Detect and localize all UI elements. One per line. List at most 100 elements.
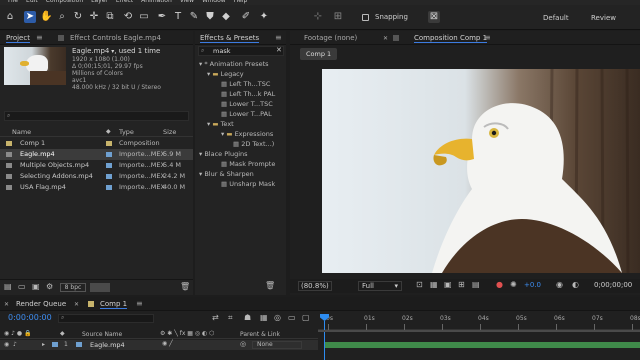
transparency-grid-icon[interactable]: ▦	[430, 280, 438, 289]
project-item-row[interactable]: Comp 1 Composition	[0, 138, 193, 149]
effects-tree-item[interactable]: ▾ ▬ Expressions	[221, 129, 273, 139]
layer-row[interactable]: ◉ ♪ ▸ 1 Eagle.mp4 ◉ ╱ ◎ None	[0, 340, 318, 350]
trash-icon[interactable]: 🗑	[265, 281, 275, 290]
distribute-icon[interactable]: ⊞	[332, 11, 344, 23]
visibility-icon[interactable]: ◉	[4, 341, 9, 348]
menu-item[interactable]: Effect	[116, 0, 133, 4]
graph-editor-icon[interactable]: ▭	[288, 313, 296, 322]
pen-icon[interactable]: ✒	[156, 11, 168, 23]
rectangle-icon[interactable]: ▭	[138, 11, 150, 23]
layer-label-swatch[interactable]	[52, 342, 58, 347]
clear-search-icon[interactable]: ✕	[276, 46, 282, 54]
snapshot-camera-icon[interactable]: ◉	[556, 280, 563, 289]
menu-item[interactable]: Composition	[46, 0, 83, 4]
label-swatch[interactable]	[106, 141, 112, 146]
menu-item[interactable]: Window	[202, 0, 226, 4]
layer-name[interactable]: Eagle.mp4	[90, 341, 125, 349]
tab-project[interactable]: Project	[6, 34, 30, 43]
zoom-icon[interactable]: ⌕	[56, 11, 68, 23]
column-source-name[interactable]: Source Name	[82, 331, 122, 338]
panel-menu-icon[interactable]: ≡	[136, 299, 143, 308]
menu-item[interactable]: Animation	[141, 0, 172, 4]
channels-icon[interactable]: ▤	[472, 280, 480, 289]
layer-duration-bar[interactable]	[325, 342, 640, 348]
exposure-value[interactable]: +0.0	[524, 281, 541, 289]
effects-search-input[interactable]: ⌕ mask ✕	[198, 46, 284, 56]
clone-stamp-icon[interactable]: ⛊	[204, 11, 216, 23]
lock-icon[interactable]	[58, 35, 64, 41]
tab-composition[interactable]: Composition Comp 1	[414, 34, 488, 43]
layer-switch-icon[interactable]: ◉ ╱	[162, 340, 173, 347]
menu-item[interactable]: File	[8, 0, 18, 4]
eraser-icon[interactable]: ◆	[220, 11, 232, 23]
effects-tree-item[interactable]: ▦ Mask Prompte	[221, 159, 275, 169]
label-column-icon[interactable]: ◆	[106, 128, 111, 135]
motion-blur-icon[interactable]: ◎	[274, 313, 281, 322]
new-folder-icon[interactable]: ▭	[18, 282, 26, 291]
snap-options-icon[interactable]: ⊠	[428, 11, 440, 23]
menu-item[interactable]: Help	[234, 0, 248, 4]
audio-icon[interactable]: ♪	[13, 341, 17, 348]
tab-render-queue[interactable]: Render Queue	[16, 300, 66, 308]
snapping-checkbox[interactable]	[362, 14, 369, 21]
frame-blending-icon[interactable]: ▦	[260, 313, 268, 322]
mask-icon[interactable]: ▢	[302, 313, 310, 322]
project-item-row[interactable]: Selecting Addons.mp4 Importe...MEX 24.2 M	[0, 171, 193, 182]
effects-tree-item[interactable]: ▦ Lower T...TSC	[221, 99, 273, 109]
project-item-row[interactable]: USA Flag.mp4 Importe...MEX 40.0 M	[0, 182, 193, 193]
effects-tree-item[interactable]: ▾ Blur & Sharpen	[199, 169, 254, 179]
lock-icon[interactable]	[393, 35, 399, 41]
region-of-interest-icon[interactable]: ⊡	[416, 280, 423, 289]
effects-tree-item[interactable]: ▦ Left Th...k PAL	[221, 89, 275, 99]
menu-item[interactable]: View	[180, 0, 194, 4]
color-swatch[interactable]	[90, 283, 110, 292]
work-area-bar[interactable]	[318, 330, 640, 332]
viewer-timecode[interactable]: 0;00;00;00	[594, 281, 632, 289]
effects-tree-item[interactable]: ▾ ▬ Text	[207, 119, 234, 129]
camera-icon[interactable]: ⧉	[104, 11, 116, 23]
close-icon[interactable]: ✕	[4, 301, 9, 308]
effects-tree-item[interactable]: ▦ Left Th...TSC	[221, 79, 270, 89]
home-icon[interactable]: ⌂	[4, 11, 16, 23]
timeline-search-input[interactable]: ⌕	[58, 314, 154, 323]
expand-arrow-icon[interactable]: ▸	[42, 341, 45, 348]
effects-tree-item[interactable]: ▾ Blace Plugins	[199, 149, 248, 159]
hand-icon[interactable]: ✋	[40, 11, 52, 23]
shy-layers-icon[interactable]: ☗	[244, 313, 251, 322]
column-name[interactable]: Name	[12, 128, 31, 136]
column-type[interactable]: Type	[119, 128, 134, 136]
bpc-button[interactable]: 8 bpc	[60, 283, 86, 292]
select-icon[interactable]: ➤	[24, 11, 36, 23]
zoom-dropdown[interactable]: (80.8%)	[298, 281, 332, 291]
tab-footage[interactable]: Footage (none)	[304, 34, 357, 42]
workspace-default[interactable]: Default	[543, 14, 569, 22]
close-icon[interactable]: ✕	[383, 35, 388, 42]
parent-dropdown[interactable]: None	[252, 341, 302, 349]
color-channel-icon[interactable]: ●	[496, 280, 503, 289]
label-swatch[interactable]	[106, 152, 112, 157]
workspace-review[interactable]: Review	[591, 14, 616, 22]
interpret-footage-icon[interactable]: ▤	[4, 282, 12, 291]
comp-canvas[interactable]	[322, 69, 640, 273]
tab-effects-presets[interactable]: Effects & Presets	[200, 34, 260, 43]
project-search-input[interactable]: ⌕	[4, 111, 189, 121]
resolution-dropdown[interactable]: Full ▾	[358, 281, 402, 291]
project-item-row[interactable]: Eagle.mp4 Importe...MEX 5.9 M	[0, 149, 193, 160]
project-item-row[interactable]: Multiple Objects.mp4 Importe...MEX 5.4 M	[0, 160, 193, 171]
puppet-pin-icon[interactable]: ✦	[258, 11, 270, 23]
label-swatch[interactable]	[106, 163, 112, 168]
trash-icon[interactable]: 🗑	[180, 282, 190, 291]
timeline-timecode[interactable]: 0:00:00:00	[8, 313, 52, 322]
menu-item[interactable]: Layer	[91, 0, 108, 4]
draft-3d-icon[interactable]: ⌗	[228, 313, 233, 323]
close-icon[interactable]: ✕	[74, 301, 79, 308]
guides-icon[interactable]: ⊞	[458, 280, 465, 289]
mask-visibility-icon[interactable]: ▣	[444, 280, 452, 289]
pickwhip-icon[interactable]: ◎	[240, 340, 246, 348]
align-icon[interactable]: ⊹	[312, 11, 324, 23]
tab-comp-1[interactable]: Comp 1	[100, 300, 128, 309]
type-icon[interactable]: T	[172, 11, 184, 23]
effects-tree-item[interactable]: ▦ Unsharp Mask	[221, 179, 275, 189]
menu-item[interactable]: Edit	[26, 0, 38, 4]
panel-menu-icon[interactable]: ≡	[36, 33, 43, 42]
